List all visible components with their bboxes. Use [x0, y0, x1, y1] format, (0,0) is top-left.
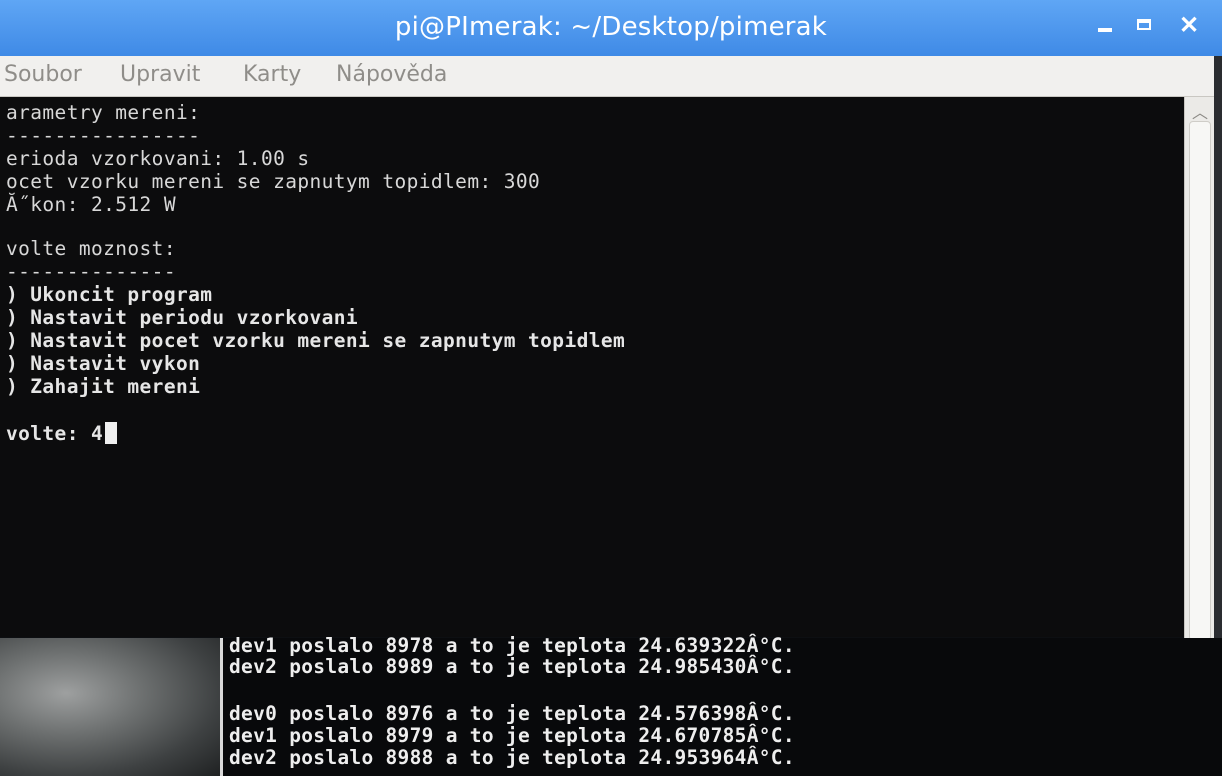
minimize-button[interactable]	[1088, 10, 1122, 42]
terminal-line: ) Zahajit mereni	[6, 375, 201, 398]
terminal-prompt: volte: 4	[6, 422, 104, 445]
maximize-icon	[1137, 19, 1151, 30]
background-terminal-window[interactable]: dev1 poslalo 8978 a to je teplota 24.639…	[220, 634, 1222, 776]
terminal-line: --------------	[6, 260, 176, 283]
background-terminal-line: dev1 poslalo 8979 a to je teplota 24.670…	[229, 724, 795, 747]
menu-item-napoveda[interactable]: Nápověda	[336, 62, 447, 87]
background-terminal-line: dev2 poslalo 8989 a to je teplota 24.985…	[229, 655, 795, 678]
desktop-background	[0, 638, 220, 776]
window-title: pi@PImerak: ~/Desktop/pimerak	[394, 12, 828, 42]
minimize-icon	[1098, 28, 1112, 32]
terminal-line: arametry mereni:	[6, 101, 201, 124]
terminal-line: erioda vzorkovani: 1.00 s	[6, 147, 310, 170]
terminal-line: ) Nastavit periodu vzorkovani	[6, 306, 359, 329]
menu-item-karty[interactable]: Karty	[243, 62, 301, 87]
maximize-button[interactable]	[1128, 10, 1162, 42]
screen: pi@PImerak: ~/Desktop/pimerak ✕ Soubor U…	[0, 0, 1222, 776]
background-terminal-line: dev2 poslalo 8988 a to je teplota 24.953…	[229, 746, 795, 769]
terminal-line: ) Nastavit pocet vzorku mereni se zapnut…	[6, 329, 626, 352]
terminal-line: Ă˝kon: 2.512 W	[6, 193, 176, 216]
menu-item-soubor[interactable]: Soubor	[4, 62, 82, 87]
terminal-line: ) Ukoncit program	[6, 283, 213, 306]
close-button[interactable]: ✕	[1172, 10, 1206, 42]
title-bar[interactable]: pi@PImerak: ~/Desktop/pimerak ✕	[0, 0, 1222, 56]
terminal-line: ) Nastavit vykon	[6, 352, 201, 375]
menu-item-upravit[interactable]: Upravit	[120, 62, 200, 87]
vertical-scrollbar[interactable]: ︿	[1184, 97, 1215, 647]
terminal-line: ocet vzorku mereni se zapnutym topidlem:…	[6, 170, 541, 193]
terminal-line: volte moznost:	[6, 237, 176, 260]
chevron-up-icon[interactable]: ︿	[1192, 99, 1208, 123]
terminal-area[interactable]: arametry mereni: ---------------- erioda…	[0, 97, 1184, 637]
menu-bar: Soubor Upravit Karty Nápověda	[0, 56, 1222, 97]
text-cursor	[105, 422, 118, 444]
background-terminal-line: dev0 poslalo 8976 a to je teplota 24.576…	[229, 702, 795, 725]
terminal-prompt-line[interactable]: volte: 4	[6, 422, 118, 445]
terminal-line: ----------------	[6, 124, 201, 147]
background-terminal-line: dev1 poslalo 8978 a to je teplota 24.639…	[229, 634, 795, 657]
scrollbar-thumb[interactable]	[1189, 121, 1211, 641]
close-icon: ✕	[1178, 12, 1200, 39]
